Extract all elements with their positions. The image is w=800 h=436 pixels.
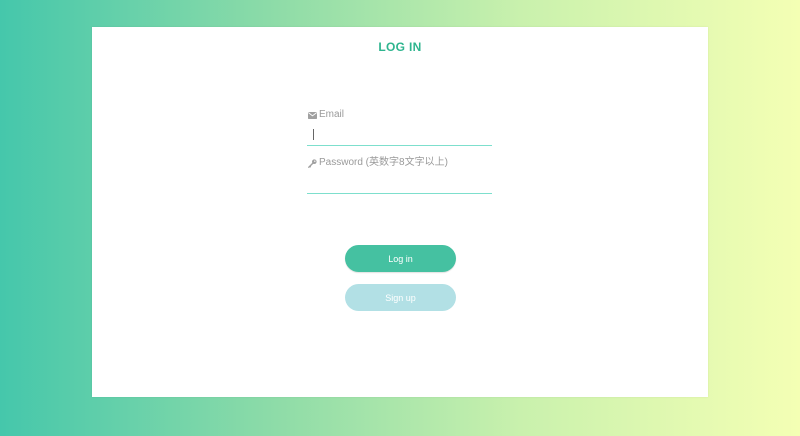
password-label: Password (英数字8文字以上) [319,157,448,168]
text-caret [313,129,314,140]
password-field-group: Password (英数字8文字以上) [307,157,492,194]
email-field-group: Email [307,109,492,146]
email-label: Email [319,109,345,120]
signup-button[interactable]: Sign up [345,284,456,311]
password-input[interactable] [307,175,492,194]
login-button[interactable]: Log in [345,245,456,272]
password-label-row: Password (英数字8文字以上) [307,157,492,169]
email-input[interactable] [307,127,492,146]
page-title: LOG IN [378,40,422,54]
envelope-icon [307,110,317,120]
login-card: LOG IN Email Password (英数字8文字以上) Log in … [92,27,708,397]
key-icon [307,158,317,168]
email-label-row: Email [307,109,492,121]
